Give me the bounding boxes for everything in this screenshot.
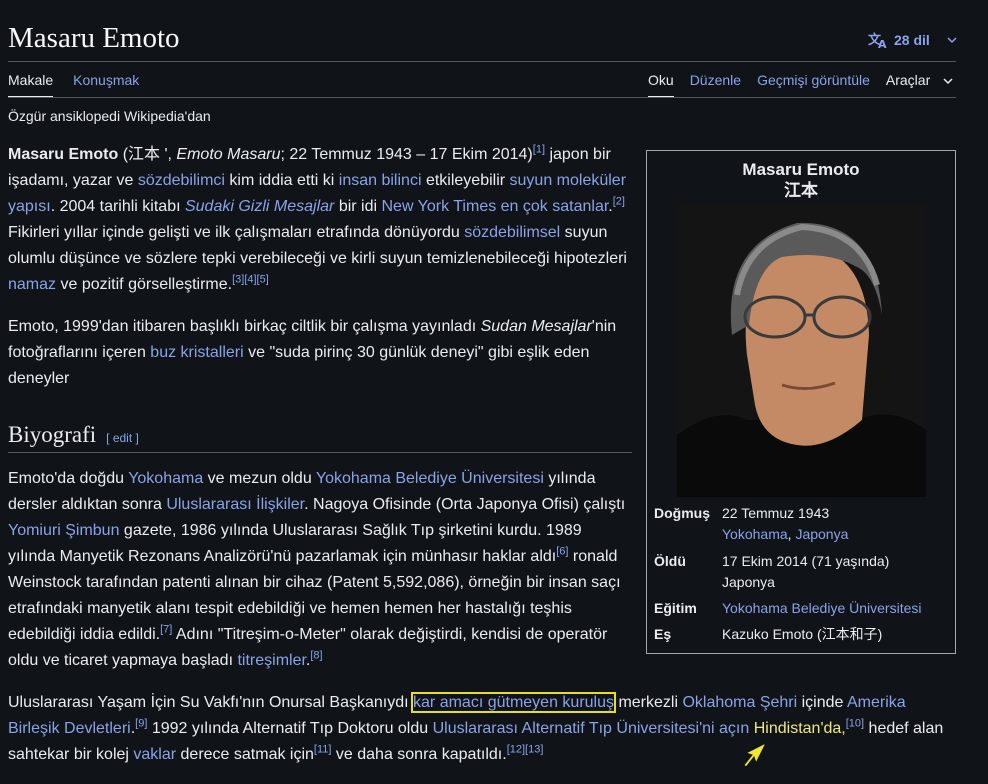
intro-paragraph-2: Emoto, 1999'dan itibaren başlıklı birkaç…	[8, 314, 632, 392]
tab-talk[interactable]: Konuşmak	[73, 72, 139, 98]
text: içinde	[797, 694, 847, 711]
ref-link[interactable]: [1]	[533, 144, 545, 156]
text: ve mezun oldu	[203, 470, 316, 487]
page-title: Masaru Emoto	[8, 22, 180, 54]
text: Uluslararası Yaşam İçin Su Vakfı'nın Onu…	[8, 694, 414, 711]
link-vibrations[interactable]: titreşimler	[237, 652, 305, 669]
infobox-name: Masaru Emoto	[742, 160, 860, 179]
infobox-died-row: Öldü 17 Ekim 2014 (71 yaşında) Japonya	[654, 551, 952, 593]
spouse-value: Kazuko Emoto (江本和子)	[722, 626, 883, 642]
text: Fikirleri yıllar içinde gelişti ve ilk ç…	[8, 224, 465, 241]
education-label: Eğitim	[654, 600, 697, 616]
link-pseudoscientist[interactable]: sözdebilimci	[138, 172, 225, 189]
lead-paragraph: Masaru Emoto (江本 ', Emoto Masaru; 22 Tem…	[8, 142, 632, 298]
section-edit-link[interactable]: [ edit ]	[106, 431, 139, 445]
text: etkileyebilir	[421, 172, 510, 189]
namespace-tabs: Makale Konuşmak	[8, 72, 159, 98]
text: Emoto, 1999'dan itibaren başlıklı birkaç…	[8, 318, 481, 335]
link-yokohama[interactable]: Yokohama	[128, 470, 203, 487]
tools-label: Araçlar	[885, 72, 931, 88]
link-alt-medicine-university[interactable]: Uluslararası Alternatif Tıp Üniversitesi…	[433, 720, 750, 737]
link-education[interactable]: Yokohama Belediye Üniversitesi	[722, 600, 921, 616]
infobox-name-japanese: 江本	[784, 181, 818, 200]
text: . Nagoya Ofisinde (Orta Japonya Ofisi) ç…	[304, 496, 626, 513]
text: . 2004 tarihli kitabı	[50, 198, 185, 215]
view-tabs: Oku Düzenle Geçmişi görüntüle Araçlar	[648, 72, 970, 98]
ref-link[interactable]: [7]	[160, 624, 172, 636]
text: kim iddia etti ki	[224, 172, 339, 189]
tab-edit[interactable]: Düzenle	[690, 72, 741, 98]
spouse-label: Eş	[654, 626, 672, 642]
born-label: Doğmuş	[654, 505, 710, 521]
ref-link[interactable]: [9]	[135, 718, 147, 730]
subject-name: Masaru Emoto	[8, 146, 119, 163]
link-nyt-bestsellers[interactable]: New York Times en çok satanlar	[382, 198, 609, 215]
link-international-relations[interactable]: Uluslararası İlişkiler	[166, 496, 304, 513]
chevron-down-icon	[947, 37, 957, 44]
text: (江本 ',	[118, 146, 177, 163]
infobox: Masaru Emoto 江本 Doğmuş 22 Temmuz 1943 Yok…	[646, 150, 956, 654]
link-pseudoscientific[interactable]: sözdebilimsel	[464, 224, 560, 241]
section-heading: Biyografi [ edit ]	[8, 422, 632, 453]
ref-link[interactable]: [6]	[556, 546, 568, 558]
tab-history[interactable]: Geçmişi görüntüle	[757, 72, 870, 98]
link-nonprofit[interactable]: kar amacı gütmeyen kuruluş	[411, 692, 616, 713]
mouse-pointer-icon	[743, 741, 768, 768]
site-tagline: Özgür ansiklopedi Wikipedia'dan	[8, 108, 211, 124]
ref-link[interactable]: [12][13]	[507, 744, 544, 756]
link-india[interactable]: Hindistan'da,	[754, 720, 846, 737]
tab-tools[interactable]: Araçlar	[886, 72, 954, 98]
text: Emoto Masaru	[176, 146, 281, 163]
ref-link[interactable]: [11]	[314, 744, 332, 756]
tab-article[interactable]: Makale	[8, 72, 54, 98]
ref-link[interactable]: [3][4][5]	[232, 274, 269, 286]
text: ve daha sonra kapatıldı.	[331, 746, 507, 763]
section-title: Biyografi	[8, 422, 97, 447]
language-count: 28 dil	[894, 32, 930, 48]
died-label: Öldü	[654, 553, 686, 569]
link-born-city[interactable]: Yokohama	[722, 526, 788, 542]
died-date: 17 Ekim 2014 (71 yaşında)	[722, 553, 890, 569]
link-prayer[interactable]: namaz	[8, 276, 56, 293]
link-yokohama-university[interactable]: Yokohama Belediye Üniversitesi	[316, 470, 544, 487]
born-date: 22 Temmuz 1943	[722, 505, 830, 521]
translate-icon: 文 A	[868, 32, 887, 49]
text: derece satmak için	[176, 746, 314, 763]
infobox-born-row: Doğmuş 22 Temmuz 1943 Yokohama, Japonya	[654, 503, 952, 545]
link-born-country[interactable]: Japonya	[795, 526, 848, 542]
ref-link[interactable]: [2]	[613, 196, 625, 208]
link-ice-crystals[interactable]: buz kristalleri	[150, 344, 243, 361]
ref-link[interactable]: [8]	[310, 650, 322, 662]
text: Sudan Mesajlar	[480, 318, 592, 335]
text: merkezli	[614, 694, 683, 711]
text: 1992 yılında Alternatif Tıp Doktoru oldu	[147, 720, 433, 737]
text: bir idi	[334, 198, 382, 215]
infobox-spouse-row: Eş Kazuko Emoto (江本和子)	[654, 624, 952, 645]
infobox-title: Masaru Emoto 江本	[647, 159, 955, 201]
text: ; 22 Temmuz 1943 – 17 Ekim 2014)	[280, 146, 533, 163]
link-consciousness[interactable]: insan bilinci	[339, 172, 422, 189]
link-oklahoma-city[interactable]: Oklahoma Şehri	[682, 694, 797, 711]
portrait-illustration	[677, 205, 926, 497]
link-yomiuri[interactable]: Yomiuri Şimbun	[8, 522, 119, 539]
text: ve pozitif görselleştirme.	[56, 276, 233, 293]
title-divider	[8, 61, 956, 62]
biography-paragraph: Emoto'da doğdu Yokohama ve mezun oldu Yo…	[8, 466, 632, 674]
foundation-paragraph: Uluslararası Yaşam İçin Su Vakfı'nın Onu…	[8, 690, 958, 768]
tab-read[interactable]: Oku	[648, 72, 674, 98]
infobox-education-row: Eğitim Yokohama Belediye Üniversitesi	[654, 598, 952, 619]
link-quacks[interactable]: vaklar	[133, 746, 176, 763]
died-place: Japonya	[722, 574, 775, 590]
text: Emoto'da doğdu	[8, 470, 129, 487]
svg-text:A: A	[878, 38, 887, 49]
link-book[interactable]: Sudaki Gizli Mesajlar	[185, 198, 334, 215]
chevron-down-icon	[943, 78, 953, 85]
language-selector[interactable]: 文 A 28 dil	[868, 31, 958, 49]
ref-link[interactable]: [10]	[846, 718, 864, 730]
tabs-divider	[8, 97, 956, 98]
portrait-photo[interactable]	[677, 205, 926, 497]
